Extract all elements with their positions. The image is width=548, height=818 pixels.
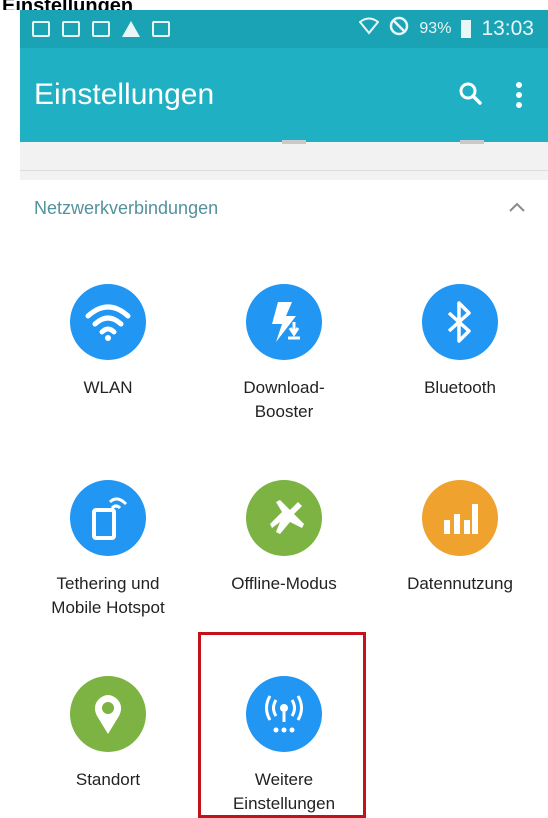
highlight-box bbox=[198, 632, 366, 818]
battery-icon bbox=[461, 20, 472, 38]
chevron-up-icon[interactable] bbox=[508, 200, 526, 218]
status-time: 13:03 bbox=[481, 17, 534, 40]
tile-data-usage[interactable]: Datennutzung bbox=[372, 480, 548, 650]
status-bar: 93% 13:03 bbox=[20, 10, 548, 48]
wifi-signal-icon bbox=[358, 17, 380, 41]
battery-percent: 93% bbox=[419, 20, 452, 37]
phone-screen: 93% 13:03 Einstellungen Netzwerkverbindu… bbox=[20, 10, 548, 818]
tile-tethering[interactable]: Tethering und Mobile Hotspot bbox=[20, 480, 196, 650]
tile-label: Download- Booster bbox=[243, 378, 325, 421]
tile-label: WLAN bbox=[83, 378, 133, 397]
warning-notification-icon bbox=[122, 21, 140, 37]
tile-label: Standort bbox=[75, 770, 141, 789]
mail-notification-icon bbox=[62, 21, 80, 37]
more-options-icon[interactable] bbox=[516, 82, 522, 108]
wifi-icon bbox=[70, 284, 146, 360]
tethering-icon bbox=[70, 480, 146, 556]
tile-wlan[interactable]: WLAN bbox=[20, 284, 196, 454]
app-toolbar: Einstellungen bbox=[20, 48, 548, 142]
no-signal-icon bbox=[389, 16, 409, 42]
tile-label: Datennutzung bbox=[407, 574, 513, 593]
tile-offline-mode[interactable]: Offline-Modus bbox=[196, 480, 372, 650]
tile-label: Bluetooth bbox=[424, 378, 496, 397]
gallery-notification-icon bbox=[32, 21, 50, 37]
page-caption: Einstellungen bbox=[0, 0, 548, 10]
sms-notification-icon bbox=[92, 21, 110, 37]
store-notification-icon bbox=[152, 21, 170, 37]
bluetooth-icon bbox=[422, 284, 498, 360]
toolbar-title: Einstellungen bbox=[34, 78, 215, 111]
tile-location[interactable]: Standort bbox=[20, 676, 196, 818]
airplane-icon bbox=[246, 480, 322, 556]
download-booster-icon bbox=[246, 284, 322, 360]
search-icon[interactable] bbox=[458, 81, 482, 110]
tile-bluetooth[interactable]: Bluetooth bbox=[372, 284, 548, 454]
tile-label: Offline-Modus bbox=[231, 574, 337, 593]
tile-label: Tethering und Mobile Hotspot bbox=[51, 574, 165, 617]
location-icon bbox=[70, 676, 146, 752]
data-usage-icon bbox=[422, 480, 498, 556]
section-title: Netzwerkverbindungen bbox=[34, 198, 219, 218]
previous-section-edge bbox=[20, 140, 548, 171]
tile-download-booster[interactable]: Download- Booster bbox=[196, 284, 372, 454]
